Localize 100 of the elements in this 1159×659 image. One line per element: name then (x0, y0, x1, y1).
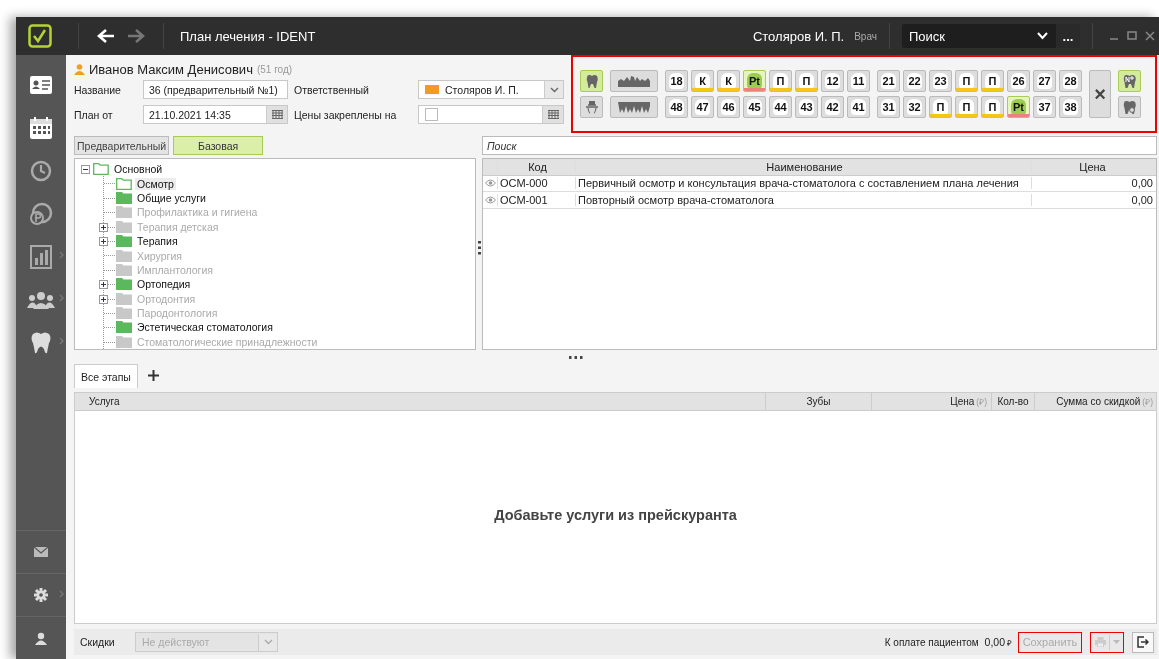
tooth-button[interactable]: 23 (929, 70, 952, 92)
collapse-icon[interactable] (81, 164, 90, 174)
tooth-button[interactable]: 31 (877, 96, 900, 118)
tooth-button[interactable]: 37 (1033, 96, 1056, 118)
tooth-button[interactable]: 41 (847, 96, 870, 118)
plan-name-field[interactable]: 36 (предварительный №1) (143, 80, 288, 99)
date-field[interactable]: 21.10.2021 14:35 (143, 105, 288, 124)
people-icon[interactable] (27, 289, 55, 310)
price-list-tab[interactable]: Предварительный (74, 136, 170, 155)
empty-message: Добавьте услуги из прейскуранта (494, 507, 737, 523)
tree-item[interactable]: Основной (112, 163, 165, 176)
tooth-button[interactable]: 11 (847, 70, 870, 92)
tooth-button[interactable]: 47 (691, 96, 714, 118)
splitter-handle-icon[interactable] (568, 355, 583, 359)
tree-item[interactable]: Эстетическая стоматология (135, 321, 275, 334)
column-header[interactable]: Наименование (575, 160, 1031, 173)
tooth-button[interactable]: 21 (877, 70, 900, 92)
tooth-button[interactable]: 44 (769, 96, 792, 118)
calendar-icon[interactable] (29, 115, 53, 140)
tooth-button[interactable]: П (769, 70, 792, 92)
tooth-button[interactable]: 38 (1059, 96, 1082, 118)
tooth-button[interactable]: 18 (665, 70, 688, 92)
tooth-button[interactable]: 27 (1033, 70, 1056, 92)
upper-jaw-button[interactable] (610, 70, 658, 92)
tooth-button[interactable]: Pt (1007, 96, 1030, 118)
back-arrow-icon[interactable] (97, 28, 115, 44)
price-date-field[interactable] (418, 105, 564, 124)
search-field[interactable]: Поиск ... (902, 24, 1080, 48)
tooth-button[interactable]: П (795, 70, 818, 92)
tooth-button[interactable]: 22 (903, 70, 926, 92)
user-icon[interactable] (35, 631, 47, 645)
eye-icon[interactable] (484, 179, 496, 188)
clock-icon[interactable] (29, 158, 53, 183)
maximize-icon[interactable] (1127, 31, 1137, 41)
chevron-right-icon (59, 590, 64, 598)
eye-icon[interactable] (484, 195, 496, 204)
tooth-button[interactable]: 42 (821, 96, 844, 118)
add-icon[interactable] (147, 370, 159, 381)
close-icon[interactable] (1145, 31, 1155, 41)
checkbox[interactable] (425, 108, 438, 121)
tooth-button[interactable]: П (955, 70, 978, 92)
forward-arrow-icon[interactable] (127, 28, 145, 44)
tooth-button[interactable]: 48 (665, 96, 688, 118)
tooth-button[interactable]: 45 (743, 96, 766, 118)
stage-tab[interactable]: Все этапы (74, 364, 138, 388)
column-header[interactable]: Цена (₽) (872, 393, 992, 410)
expand-icon[interactable] (99, 222, 108, 232)
tooth-button[interactable]: 46 (717, 96, 740, 118)
search-field[interactable]: Поиск (482, 136, 1157, 155)
column-header[interactable]: Кол-во (992, 393, 1035, 410)
tooth-button[interactable]: 26 (1007, 70, 1030, 92)
tooth-button[interactable]: 32 (903, 96, 926, 118)
folder-icon (93, 163, 109, 176)
tree-item[interactable]: Терапия (135, 235, 180, 248)
column-header[interactable]: Код (497, 160, 575, 173)
calendar-icon (271, 110, 283, 119)
tooth-button[interactable]: Pt (743, 70, 766, 92)
lower-jaw-button[interactable] (610, 96, 658, 118)
tooth-numbering-button[interactable] (1118, 70, 1141, 92)
table-cell: Первичный осмотр и консультация врача-стоматолога с составлением плана лечения (575, 177, 1031, 190)
expand-icon[interactable] (99, 280, 108, 290)
tree-item[interactable]: Общие услуги (135, 191, 208, 204)
tooth-search-button[interactable] (1118, 96, 1141, 118)
column-header[interactable]: Услуга (75, 393, 766, 410)
tooth-button[interactable]: П (981, 96, 1004, 118)
more-button[interactable]: ... (1056, 24, 1080, 48)
tree-item[interactable]: Осмотр (135, 177, 176, 190)
tooth-button[interactable]: К (691, 70, 714, 92)
tooth-button[interactable]: 12 (821, 70, 844, 92)
price-list-tab[interactable]: Базовая (173, 136, 264, 155)
implant-view-button[interactable] (580, 96, 603, 118)
splitter-handle-icon[interactable] (477, 241, 481, 255)
tooth-button[interactable]: П (955, 96, 978, 118)
envelope-icon[interactable] (34, 547, 48, 557)
tooth-button[interactable]: П (981, 70, 1004, 92)
responsible-dropdown[interactable]: Столяров И. П. (418, 80, 564, 99)
settings-icon[interactable] (34, 588, 48, 602)
tree-item[interactable]: Ортопедия (135, 278, 193, 291)
ruble-coin-icon[interactable] (28, 200, 54, 227)
total-label: К оплате пациентом (884, 636, 979, 648)
tooth-button[interactable]: 28 (1059, 70, 1082, 92)
expand-icon[interactable] (99, 236, 108, 246)
tooth-number-icon (1123, 74, 1136, 88)
bar-chart-icon[interactable] (30, 244, 52, 269)
caret-icon (1112, 640, 1120, 644)
tooth-view-button[interactable] (580, 70, 603, 92)
chevron-down-icon (549, 86, 559, 93)
column-header[interactable]: Зубы (766, 393, 872, 410)
tooth-button[interactable]: К (717, 70, 740, 92)
column-header[interactable]: Цена (1031, 160, 1156, 173)
table-cell: ОСМ-000 (497, 177, 575, 190)
exit-button[interactable] (1132, 631, 1154, 653)
tooth-icon[interactable] (30, 330, 52, 355)
tooth-button[interactable]: П (929, 96, 952, 118)
clear-button[interactable]: × (1089, 70, 1111, 118)
print-button[interactable] (1090, 631, 1124, 653)
column-header[interactable]: Сумма со скидкой (₽) (1035, 393, 1156, 410)
contact-card-icon[interactable] (29, 73, 53, 96)
expand-icon[interactable] (99, 294, 108, 304)
tooth-button[interactable]: 43 (795, 96, 818, 118)
